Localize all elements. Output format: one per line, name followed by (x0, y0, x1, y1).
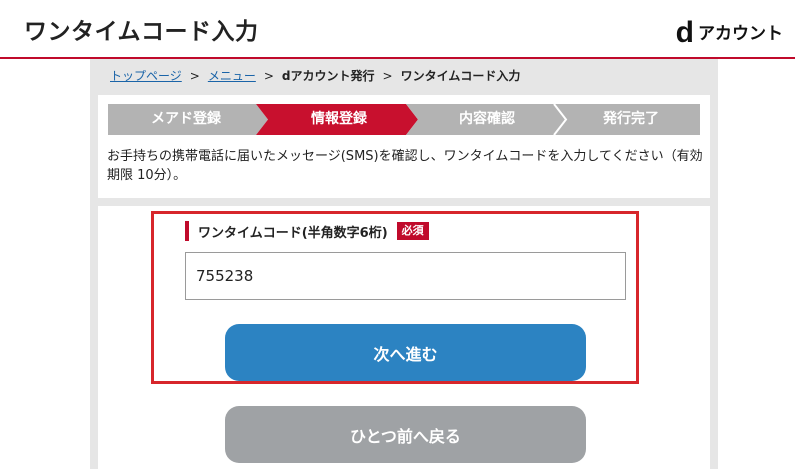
breadcrumb-current: ワンタイムコード入力 (400, 69, 521, 83)
logo-text: アカウント (698, 24, 783, 44)
instruction-text: お手持ちの携帯電話に届いたメッセージ(SMS)を確認し、ワンタイムコードを入力し… (107, 149, 703, 183)
one-time-code-input[interactable] (185, 252, 626, 300)
breadcrumb-separator: > (263, 68, 274, 83)
code-field-label: ワンタイムコード(半角数字6桁) 必須 (185, 221, 429, 241)
breadcrumb-top[interactable]: トップページ (110, 67, 182, 84)
d-account-logo: d アカウント (675, 16, 783, 49)
page-header: ワンタイムコード入力 d アカウント (0, 0, 795, 59)
breadcrumb-menu[interactable]: メニュー (208, 67, 256, 84)
step-info-register: 情報登録 (311, 111, 367, 127)
code-label-text: ワンタイムコード(半角数字6桁) (198, 225, 388, 241)
steps-panel: メアド登録 情報登録 内容確認 発行完了 お手持ちの携帯電話に届いたメッセージ(… (98, 95, 710, 198)
page-title: ワンタイムコード入力 (24, 19, 259, 45)
next-button[interactable]: 次へ進む (225, 324, 586, 381)
progress-steps: メアド登録 情報登録 内容確認 発行完了 (108, 104, 700, 135)
back-button[interactable]: ひとつ前へ戻る (225, 406, 586, 463)
step-complete: 発行完了 (603, 111, 659, 127)
d-logo-mark: d (675, 16, 694, 49)
breadcrumb-separator: > (382, 68, 393, 83)
breadcrumb-separator: > (189, 68, 200, 83)
label-accent-bar (185, 221, 189, 241)
step-mail-register: メアド登録 (151, 111, 221, 127)
breadcrumb: トップページ > メニュー > dアカウント発行 > ワンタイムコード入力 (110, 67, 520, 84)
required-badge: 必須 (396, 222, 429, 240)
step-confirm: 内容確認 (459, 111, 515, 127)
breadcrumb-issue: dアカウント発行 (281, 69, 375, 83)
